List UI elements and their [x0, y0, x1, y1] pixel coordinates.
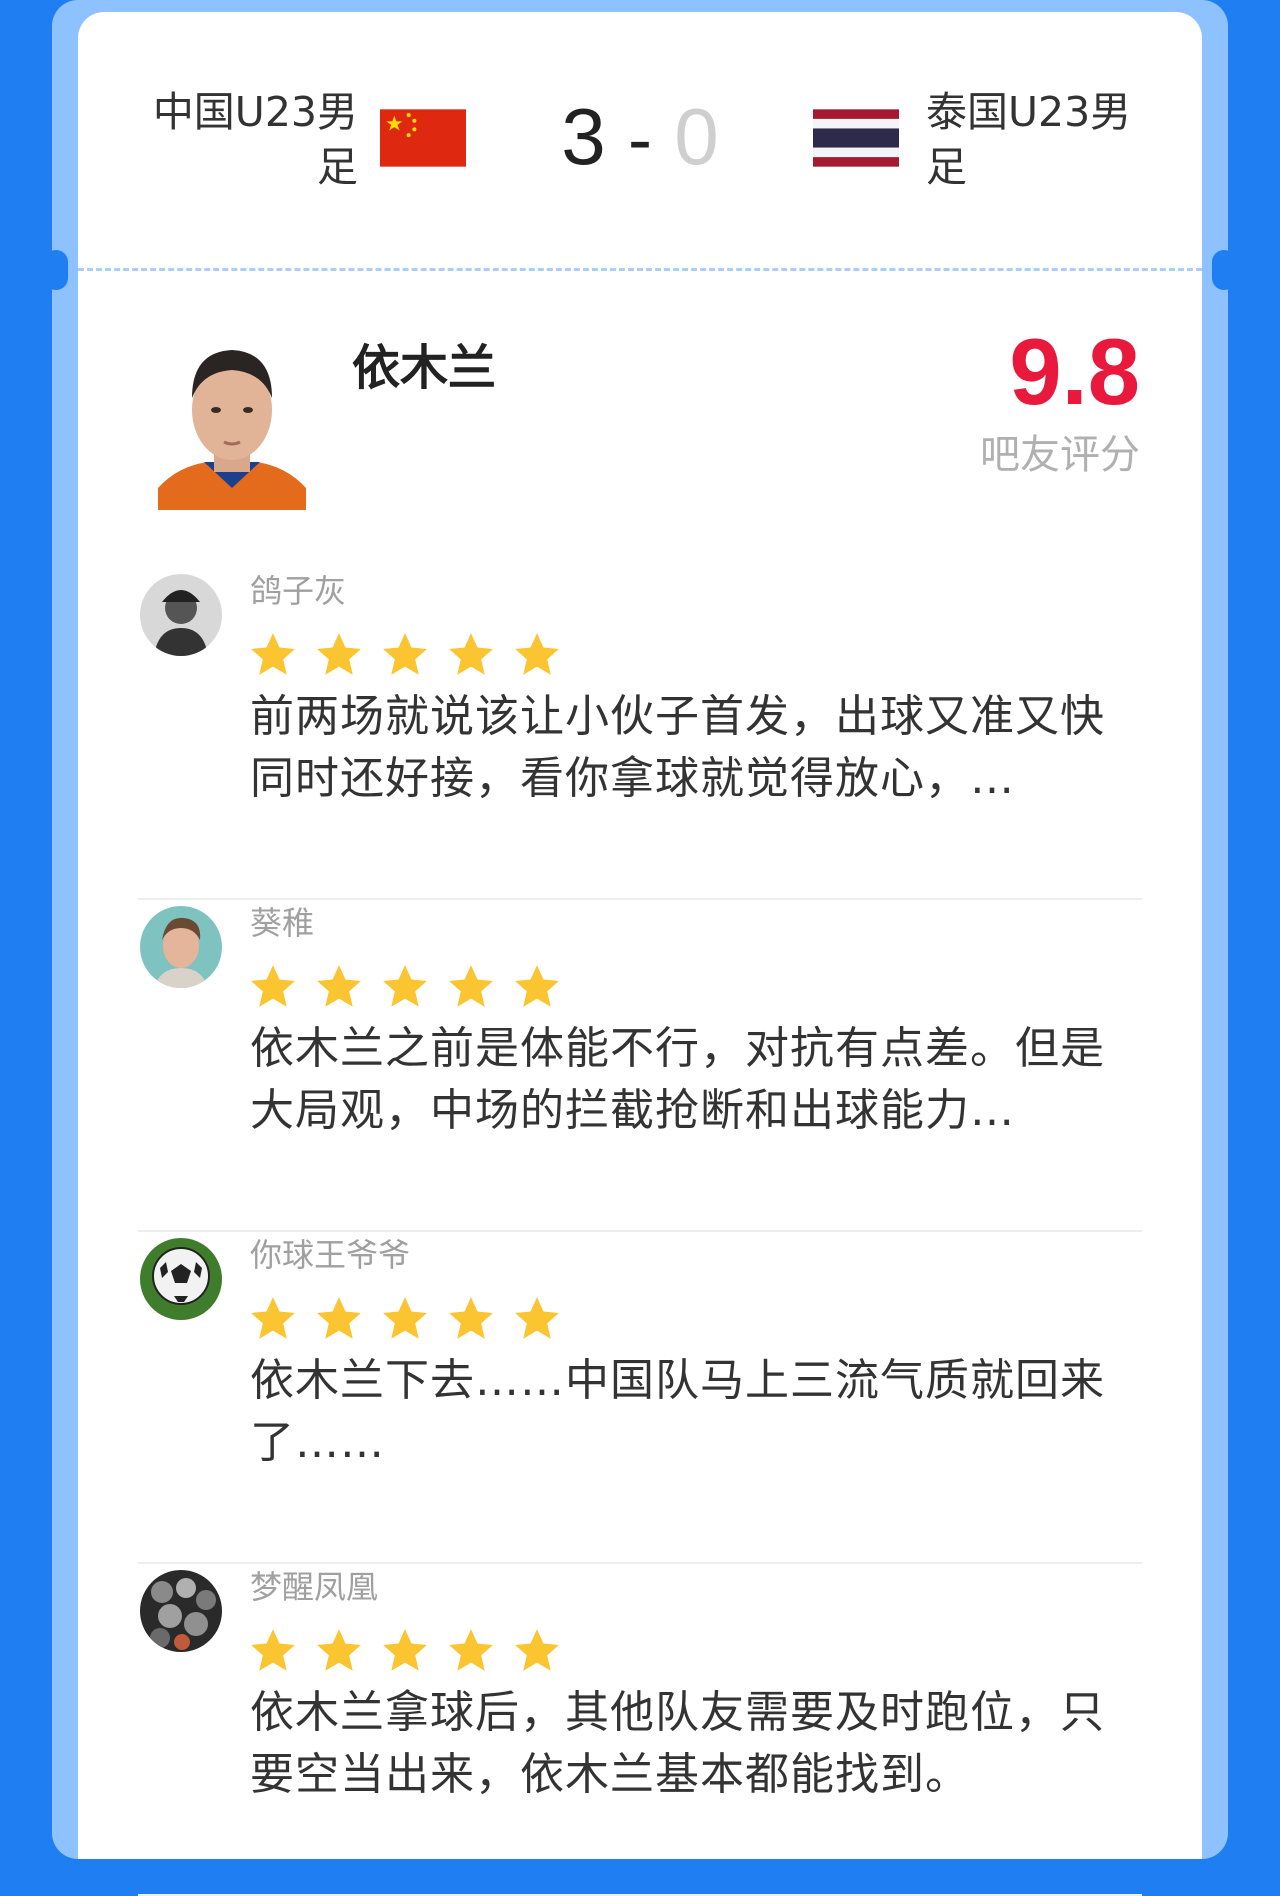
comment-username[interactable]: 你球王爷爷: [250, 1234, 410, 1276]
score-separator: -: [628, 100, 652, 180]
ticket-notch-right: [1212, 250, 1236, 290]
star-icon: [251, 633, 295, 675]
star-icon: [383, 1297, 427, 1339]
star-icon: [515, 965, 559, 1007]
star-icon: [317, 1297, 361, 1339]
star-icon: [515, 1629, 559, 1671]
china-flag-icon: [380, 109, 466, 167]
star-icon: [383, 633, 427, 675]
soccer-ball-avatar[interactable]: [140, 1238, 222, 1320]
comment-text[interactable]: 前两场就说该让小伙子首发，出球又准又快同时还好接，看你拿球就觉得放心，…: [250, 686, 1130, 810]
player-name: 依木兰: [352, 340, 497, 396]
player-rating: 9.8: [1009, 319, 1140, 424]
star-icon: [251, 1297, 295, 1339]
star-icon: [317, 1629, 361, 1671]
star-icon: [383, 965, 427, 1007]
star-icon: [449, 965, 493, 1007]
comment-username[interactable]: 葵稚: [250, 902, 314, 944]
rating-label: 吧友评分: [980, 432, 1140, 478]
away-score: 0: [674, 92, 719, 181]
user-avatar[interactable]: [140, 574, 222, 656]
comment-text[interactable]: 依木兰拿球后，其他队友需要及时跑位，只要空当出来，依木兰基本都能找到。: [250, 1682, 1130, 1806]
comment-username[interactable]: 鸽子灰: [250, 570, 346, 612]
match-score: 3 - 0: [540, 92, 740, 182]
star-rating: [248, 962, 578, 1012]
star-icon: [317, 633, 361, 675]
star-icon: [449, 1629, 493, 1671]
dashed-divider: [78, 268, 1202, 271]
user-avatar[interactable]: [140, 1570, 222, 1652]
star-icon: [515, 1297, 559, 1339]
comment-item[interactable]: 鸽子灰 前两场就说该让小伙子首发，出球又准又快同时还好接，看你拿球就觉得放心，…: [138, 568, 1142, 900]
away-team-name: 泰国U23男足: [926, 88, 1132, 191]
ticket-notch-left: [44, 250, 68, 290]
player-photo: [158, 350, 306, 510]
home-team-name: 中国U23男足: [152, 88, 358, 191]
star-icon: [515, 633, 559, 675]
star-rating: [248, 1294, 578, 1344]
comment-item[interactable]: 梦醒凤凰 依木兰拿球后，其他队友需要及时跑位，只要空当出来，依木兰基本都能找到。: [138, 1564, 1142, 1896]
star-icon: [449, 1297, 493, 1339]
star-icon: [449, 633, 493, 675]
star-icon: [383, 1629, 427, 1671]
star-icon: [251, 1629, 295, 1671]
user-avatar[interactable]: [140, 906, 222, 988]
star-rating: [248, 630, 578, 680]
home-score: 3: [561, 92, 606, 181]
star-icon: [251, 965, 295, 1007]
comment-item[interactable]: 葵稚 依木兰之前是体能不行，对抗有点差。但是大局观，中场的拦截抢断和出球能力…: [138, 900, 1142, 1232]
thailand-flag-icon: [813, 109, 899, 167]
comment-text[interactable]: 依木兰下去……中国队马上三流气质就回来了……: [250, 1350, 1130, 1474]
comment-text[interactable]: 依木兰之前是体能不行，对抗有点差。但是大局观，中场的拦截抢断和出球能力…: [250, 1018, 1130, 1142]
comment-item[interactable]: 你球王爷爷 依木兰下去……中国队马上三流气质就回来了……: [138, 1232, 1142, 1564]
comment-username[interactable]: 梦醒凤凰: [250, 1566, 378, 1608]
star-rating: [248, 1626, 578, 1676]
star-icon: [317, 965, 361, 1007]
